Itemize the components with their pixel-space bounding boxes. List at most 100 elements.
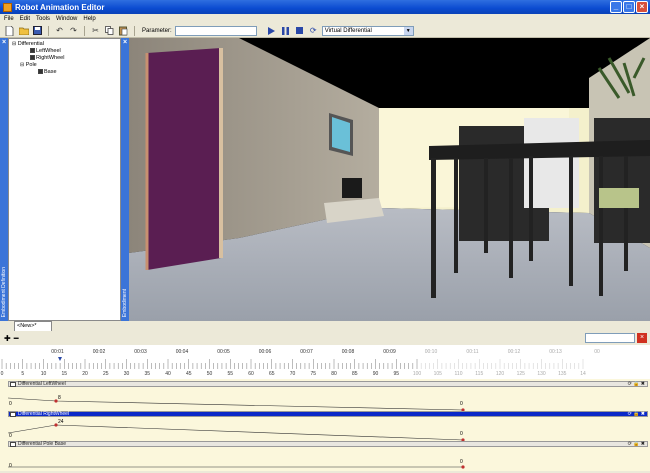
play-icon[interactable] (266, 25, 277, 36)
frame-label: 130 (537, 371, 546, 377)
menu-bar: File Edit Tools Window Help (0, 14, 650, 24)
time-label: 00:01 (51, 349, 64, 355)
checkbox[interactable] (38, 69, 43, 75)
playhead-marker (58, 357, 62, 361)
frame-label: 110 (455, 371, 463, 377)
time-label: 00:08 (342, 349, 355, 355)
time-label: 00:09 (383, 349, 396, 355)
frame-label: 125 (517, 371, 526, 377)
pause-icon[interactable] (280, 25, 291, 36)
open-icon[interactable] (18, 25, 29, 36)
frame-label: 0 (1, 371, 4, 377)
time-label: 00:07 (300, 349, 313, 355)
timeline-ruler[interactable]: 00:01 00:02 00:03 00:04 00:05 00:06 00:07 00:08… (0, 345, 650, 379)
document-tabs: <New>* (0, 321, 650, 331)
frame-label: 35 (144, 371, 150, 377)
frame-label: 105 (434, 371, 443, 377)
menu-edit[interactable]: Edit (20, 16, 30, 22)
refresh-icon[interactable]: ⟳ (308, 25, 319, 36)
ruler-graphics: 00:01 00:02 00:03 00:04 00:05 00:06 00:07 00:08… (1, 349, 600, 377)
add-icon[interactable]: ✚ (4, 334, 11, 343)
tree-panel-strip: × Embodiment Definition (0, 38, 8, 321)
close-icon[interactable]: × (0, 38, 8, 47)
time-label: 00:13 (549, 349, 562, 355)
menu-window[interactable]: Window (56, 16, 77, 22)
undo-icon[interactable]: ↶ (54, 25, 65, 36)
3d-scene (129, 38, 650, 321)
tree-item-leftwheel[interactable]: LeftWheel (12, 48, 117, 55)
frame-label: 70 (290, 371, 296, 377)
close-icon[interactable]: × (637, 333, 647, 343)
tree-item-differential[interactable]: ⊟ Differential (12, 41, 117, 48)
minimize-button[interactable]: _ (610, 1, 622, 13)
menu-file[interactable]: File (4, 16, 14, 22)
time-label: 00:11 (466, 349, 478, 355)
paste-icon[interactable] (118, 25, 129, 36)
close-icon[interactable]: × (121, 38, 129, 47)
remove-icon[interactable]: ━ (14, 334, 19, 343)
viewport-panel-strip: × Embodiment (121, 38, 129, 321)
mode-select[interactable]: Virtual Differential ▼ (321, 25, 414, 36)
frame-label: 85 (352, 371, 358, 377)
menu-help[interactable]: Help (83, 16, 95, 22)
frame-label: 55 (227, 371, 233, 377)
window-title: Robot Animation Editor (15, 2, 105, 12)
tree-item-pole[interactable]: ⊟ Pole (12, 62, 117, 69)
frame-label: 65 (269, 371, 275, 377)
embodiment-tree: ⊟ Differential LeftWheel RightWheel ⊟ Po… (8, 38, 121, 321)
new-icon[interactable] (4, 25, 15, 36)
toolbar: ↶ ↷ ✂ Parameter: ⟳ Virtual Differential … (0, 24, 650, 38)
tree-item-base[interactable]: Base (12, 69, 117, 76)
track-rightwheel[interactable]: 0 24 0 (7, 417, 648, 442)
cut-icon[interactable]: ✂ (90, 25, 101, 36)
app-icon (3, 2, 12, 12)
mode-select-value: Virtual Differential (324, 27, 372, 34)
stop-icon[interactable] (294, 25, 305, 36)
3d-viewport[interactable] (129, 38, 650, 321)
frame-label: 30 (124, 371, 130, 377)
frame-label: 80 (331, 371, 337, 377)
frame-label: 5 (21, 371, 24, 377)
tree-item-rightwheel[interactable]: RightWheel (12, 55, 117, 62)
frame-label: 115 (475, 371, 483, 377)
frame-label: 14 (580, 371, 586, 377)
animation-tracks: Differential LeftWheel ⟳ 🔒 ✖ 0 8 0 Differ… (0, 379, 650, 471)
menu-tools[interactable]: Tools (36, 16, 50, 22)
close-button[interactable]: × (636, 1, 648, 13)
time-label: 00:10 (425, 349, 438, 355)
frame-label: 60 (248, 371, 254, 377)
chevron-down-icon: ▼ (403, 26, 413, 35)
save-icon[interactable] (32, 25, 43, 36)
checkbox[interactable] (30, 48, 35, 54)
copy-icon[interactable] (104, 25, 115, 36)
maximize-button[interactable]: □ (623, 1, 635, 13)
frame-label: 45 (186, 371, 192, 377)
tab-new-document[interactable]: <New>* (14, 321, 52, 331)
timeline-input[interactable] (585, 333, 635, 343)
title-bar: Robot Animation Editor _ □ × (0, 0, 650, 14)
tree-panel-label: Embodiment Definition (1, 266, 7, 317)
frame-label: 50 (207, 371, 213, 377)
time-label: 00 (594, 349, 600, 355)
frame-label: 90 (373, 371, 379, 377)
frame-label: 40 (165, 371, 171, 377)
track-leftwheel[interactable]: 0 8 0 (7, 387, 648, 412)
frame-label: 10 (41, 371, 47, 377)
time-label: 00:12 (508, 349, 521, 355)
frame-label: 120 (496, 371, 505, 377)
frame-label: 25 (103, 371, 109, 377)
checkbox[interactable] (30, 55, 35, 61)
time-label: 00:03 (134, 349, 147, 355)
time-label: 00:02 (93, 349, 106, 355)
frame-label: 15 (61, 371, 67, 377)
frame-label: 135 (558, 371, 567, 377)
viewport-panel-label: Embodiment (122, 288, 128, 317)
frame-label: 75 (310, 371, 316, 377)
timeline-toolbar: ✚ ━ (0, 331, 650, 345)
frame-label: 100 (413, 371, 422, 377)
parameter-input[interactable] (174, 25, 257, 36)
redo-icon[interactable]: ↷ (68, 25, 79, 36)
frame-label: 95 (393, 371, 399, 377)
track-pole-base[interactable]: 0 0 (8, 447, 648, 471)
parameter-label: Parameter: (142, 27, 172, 34)
